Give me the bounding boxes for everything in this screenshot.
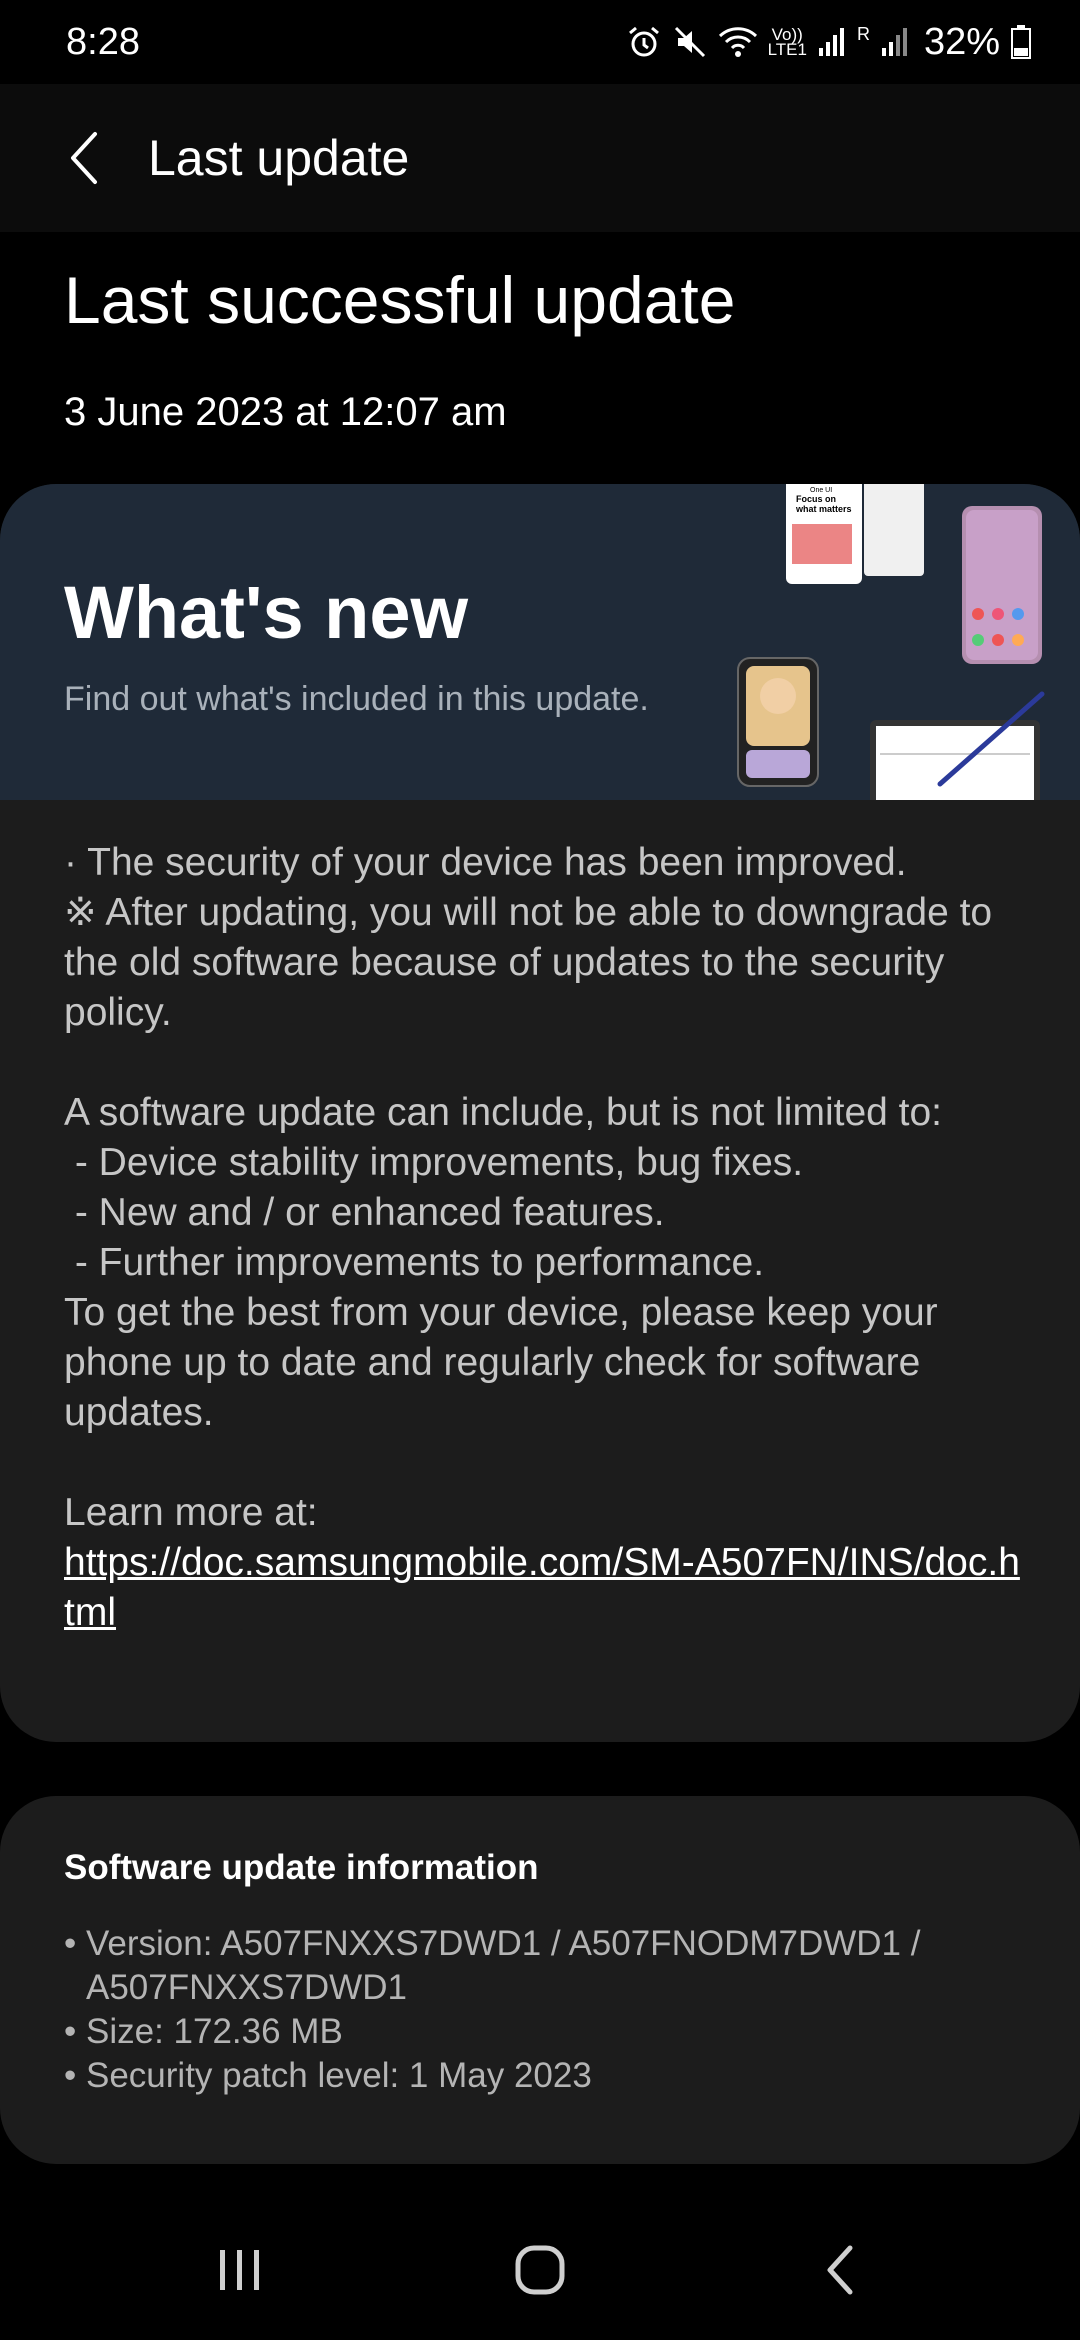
whats-new-title: What's new xyxy=(64,571,469,654)
svg-text:what matters: what matters xyxy=(795,504,852,514)
version-text: Version: A507FNXXS7DWD1 / A507FNODM7DWD1… xyxy=(86,1924,921,2007)
alarm-icon xyxy=(628,26,659,57)
list-item: • Version: A507FNXXS7DWD1 / A507FNODM7DWD… xyxy=(64,1922,1024,2010)
signal-icon xyxy=(818,28,844,56)
back-button[interactable] xyxy=(30,103,140,213)
learn-more-link[interactable]: https://doc.samsungmobile.com/SM-A507FN/… xyxy=(64,1538,1024,1638)
software-info-card: Software update information • Version: A5… xyxy=(0,1796,1080,2164)
page-title: Last successful update xyxy=(64,263,736,337)
software-info-title: Software update information xyxy=(64,1848,539,1887)
svg-text:Focus on: Focus on xyxy=(796,494,836,504)
app-bar: Last update xyxy=(0,84,1080,232)
whats-new-card: What's new Find out what's included in t… xyxy=(0,484,1080,1742)
list-item: • Size: 172.36 MB xyxy=(64,2010,1024,2054)
whats-new-body: · The security of your device has been i… xyxy=(64,838,1024,1638)
home-icon xyxy=(515,2245,565,2295)
volte-indicator: Vo)) LTE1 xyxy=(767,25,807,59)
home-button[interactable] xyxy=(480,2220,600,2320)
battery-percent: 32% xyxy=(923,20,1000,63)
battery-icon xyxy=(1011,25,1031,59)
size-text: Size: 172.36 MB xyxy=(86,2012,343,2051)
devices-illustration: One UI Focus on what matters xyxy=(737,484,1045,800)
security-note: · The security of your device has been i… xyxy=(64,841,993,1034)
update-date: 3 June 2023 at 12:07 am xyxy=(64,390,507,434)
patch-level-text: Security patch level: 1 May 2023 xyxy=(86,2056,592,2095)
nav-back-button[interactable] xyxy=(780,2220,900,2320)
status-icons: Vo)) LTE1 R 32% xyxy=(626,21,1032,64)
app-title: Last update xyxy=(148,130,410,186)
status-bar: 8:28 Vo)) LTE1 R 32% xyxy=(0,0,1080,84)
navigation-bar xyxy=(0,2200,1080,2340)
whats-new-banner: What's new Find out what's included in t… xyxy=(0,484,1080,800)
svg-text:One UI: One UI xyxy=(810,487,832,494)
whats-new-subtitle: Find out what's included in this update. xyxy=(64,680,649,718)
signal-icon-2 xyxy=(881,28,907,56)
recents-button[interactable] xyxy=(180,2220,300,2320)
wifi-icon xyxy=(718,27,757,57)
list-item: • Security patch level: 1 May 2023 xyxy=(64,2054,1024,2098)
learn-more-label: Learn more at: xyxy=(64,1491,318,1534)
software-info-list: • Version: A507FNXXS7DWD1 / A507FNODM7DWD… xyxy=(64,1922,1024,2098)
recents-icon xyxy=(220,2250,259,2290)
roaming-indicator: R xyxy=(856,23,870,44)
mute-icon xyxy=(674,26,705,58)
back-arrow-icon xyxy=(71,132,97,184)
status-time: 8:28 xyxy=(66,20,140,63)
nav-back-icon xyxy=(827,2245,853,2295)
update-description: A software update can include, but is no… xyxy=(64,1091,943,1434)
